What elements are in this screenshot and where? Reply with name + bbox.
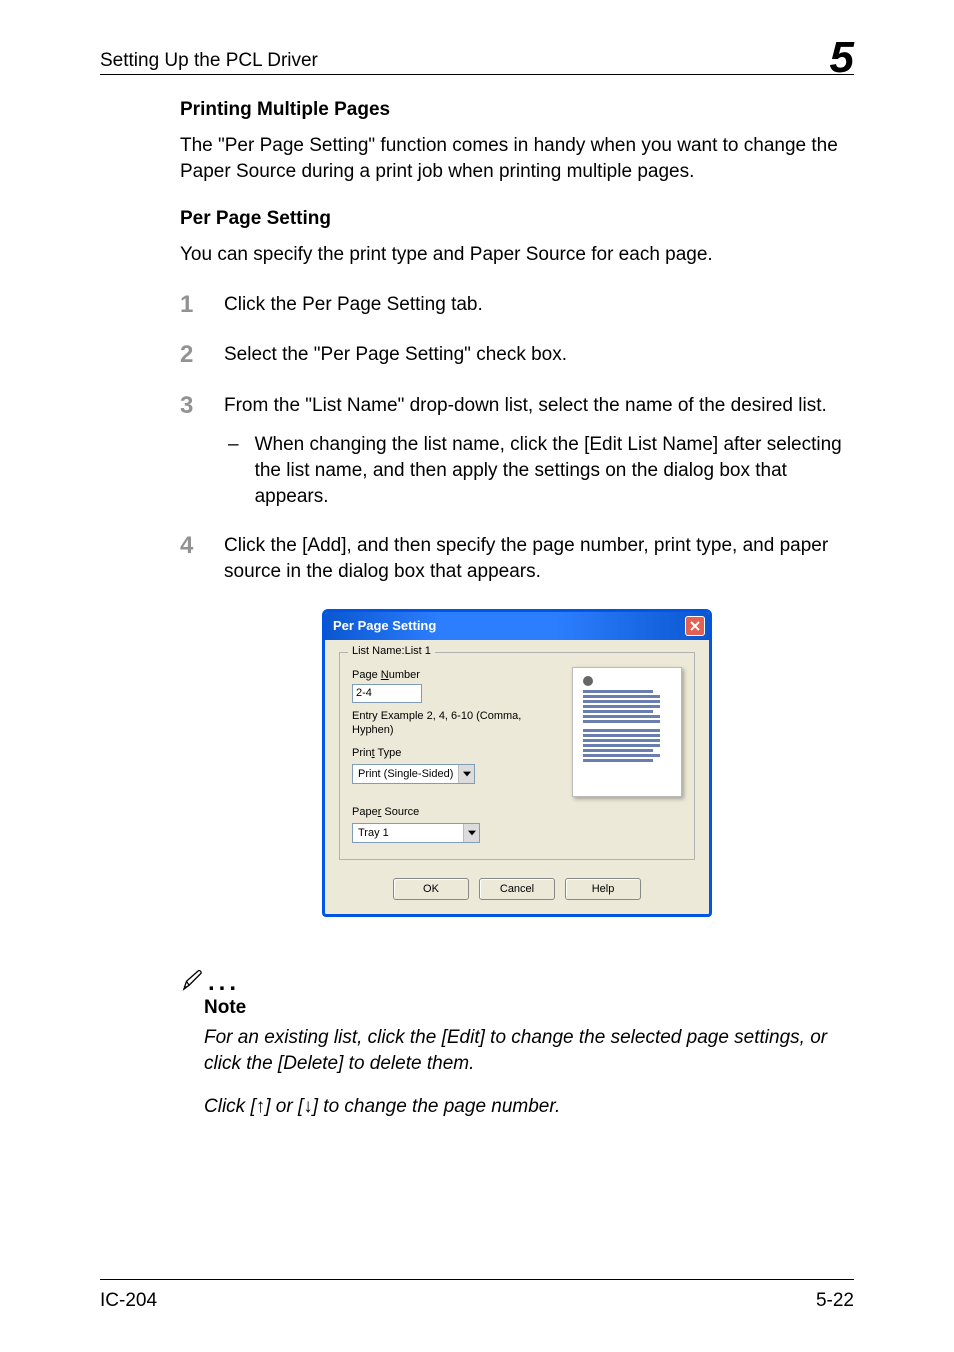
step-number: 2 [180,342,202,368]
page-header: Setting Up the PCL Driver 5 [100,32,854,75]
pencil-icon [180,967,206,993]
section-body-printing-multiple-pages: The "Per Page Setting" function comes in… [180,133,854,184]
help-button[interactable]: Help [565,878,641,900]
step-3: 3 From the "List Name" drop-down list, s… [180,393,854,510]
paper-source-value: Tray 1 [353,827,463,839]
note-title: Note [100,997,854,1019]
page-number-label: Page Number [352,669,554,681]
step-1: 1 Click the Per Page Setting tab. [180,292,854,318]
dialog-title: Per Page Setting [333,618,436,633]
section-title-per-page-setting: Per Page Setting [180,208,854,230]
step-4: 4 Click the [Add], and then specify the … [180,533,854,584]
note-block: ... Note For an existing list, click the… [100,967,854,1120]
step-text: Click the Per Page Setting tab. [224,292,854,318]
note-text-1: For an existing list, click the [Edit] t… [100,1025,854,1076]
dropdown-arrow-icon [463,824,479,842]
dropdown-arrow-icon [458,765,474,783]
substep-dash: – [228,432,239,509]
ok-button[interactable]: OK [393,878,469,900]
fieldset-legend: List Name:List 1 [348,645,435,657]
section-body-per-page-setting: You can specify the print type and Paper… [180,242,854,268]
print-type-select[interactable]: Print (Single-Sided) [352,764,475,784]
print-type-value: Print (Single-Sided) [353,768,458,780]
note-text-2: Click [↑] or [↓] to change the page numb… [100,1094,854,1120]
cancel-button[interactable]: Cancel [479,878,555,900]
per-page-setting-dialog: Per Page Setting List Name:List 1 Page N… [322,609,712,918]
list-name-fieldset: List Name:List 1 Page Number Entry Examp… [339,652,695,861]
close-icon [690,621,700,631]
substep: – When changing the list name, click the… [224,432,854,509]
footer-right: 5-22 [816,1290,854,1312]
step-2: 2 Select the "Per Page Setting" check bo… [180,342,854,368]
page-number-input[interactable] [352,684,422,703]
footer-left: IC-204 [100,1290,157,1312]
up-arrow-icon: ↑ [256,1096,266,1117]
step-text: Click the [Add], and then specify the pa… [224,533,854,584]
header-title: Setting Up the PCL Driver [100,50,318,72]
entry-example-hint: Entry Example 2, 4, 6-10 (Comma, Hyphen) [352,709,554,738]
note-dots-icon: ... [208,977,240,989]
dialog-titlebar: Per Page Setting [325,612,709,640]
down-arrow-icon: ↓ [303,1096,313,1117]
step-text: Select the "Per Page Setting" check box. [224,342,854,368]
chapter-number: 5 [830,38,854,78]
paper-source-select[interactable]: Tray 1 [352,823,480,843]
step-number: 3 [180,393,202,510]
section-title-printing-multiple-pages: Printing Multiple Pages [180,99,854,121]
steps-list: 1 Click the Per Page Setting tab. 2 Sele… [180,292,854,585]
paper-source-label: Paper Source [352,806,554,818]
step-text: From the "List Name" drop-down list, sel… [224,393,854,419]
step-number: 1 [180,292,202,318]
print-type-label: Print Type [352,747,554,759]
step-number: 4 [180,533,202,584]
substep-text: When changing the list name, click the [… [255,432,854,509]
close-button[interactable] [685,616,705,636]
page-preview-icon [572,667,682,797]
page-footer: IC-204 5-22 [100,1279,854,1312]
